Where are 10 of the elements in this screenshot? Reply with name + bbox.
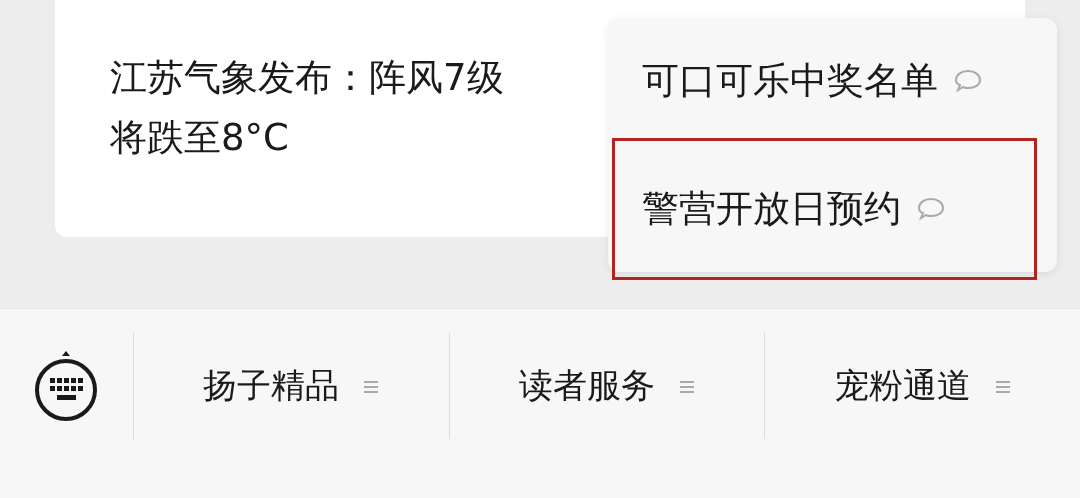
speech-bubble-icon bbox=[917, 197, 945, 221]
message-text: 江苏气象发布：阵风7级将跌至8°C bbox=[110, 55, 505, 161]
menu-tab[interactable]: 扬子精品 bbox=[132, 333, 449, 439]
list-icon bbox=[678, 379, 695, 395]
menu-tab[interactable]: 宠粉通道 bbox=[764, 333, 1080, 439]
list-icon bbox=[363, 379, 380, 395]
menu-tab[interactable]: 读者服务 bbox=[448, 333, 765, 439]
list-icon bbox=[994, 379, 1011, 395]
speech-bubble-icon bbox=[954, 68, 982, 93]
menu-item[interactable]: 警营开放日预约 bbox=[612, 138, 1037, 280]
